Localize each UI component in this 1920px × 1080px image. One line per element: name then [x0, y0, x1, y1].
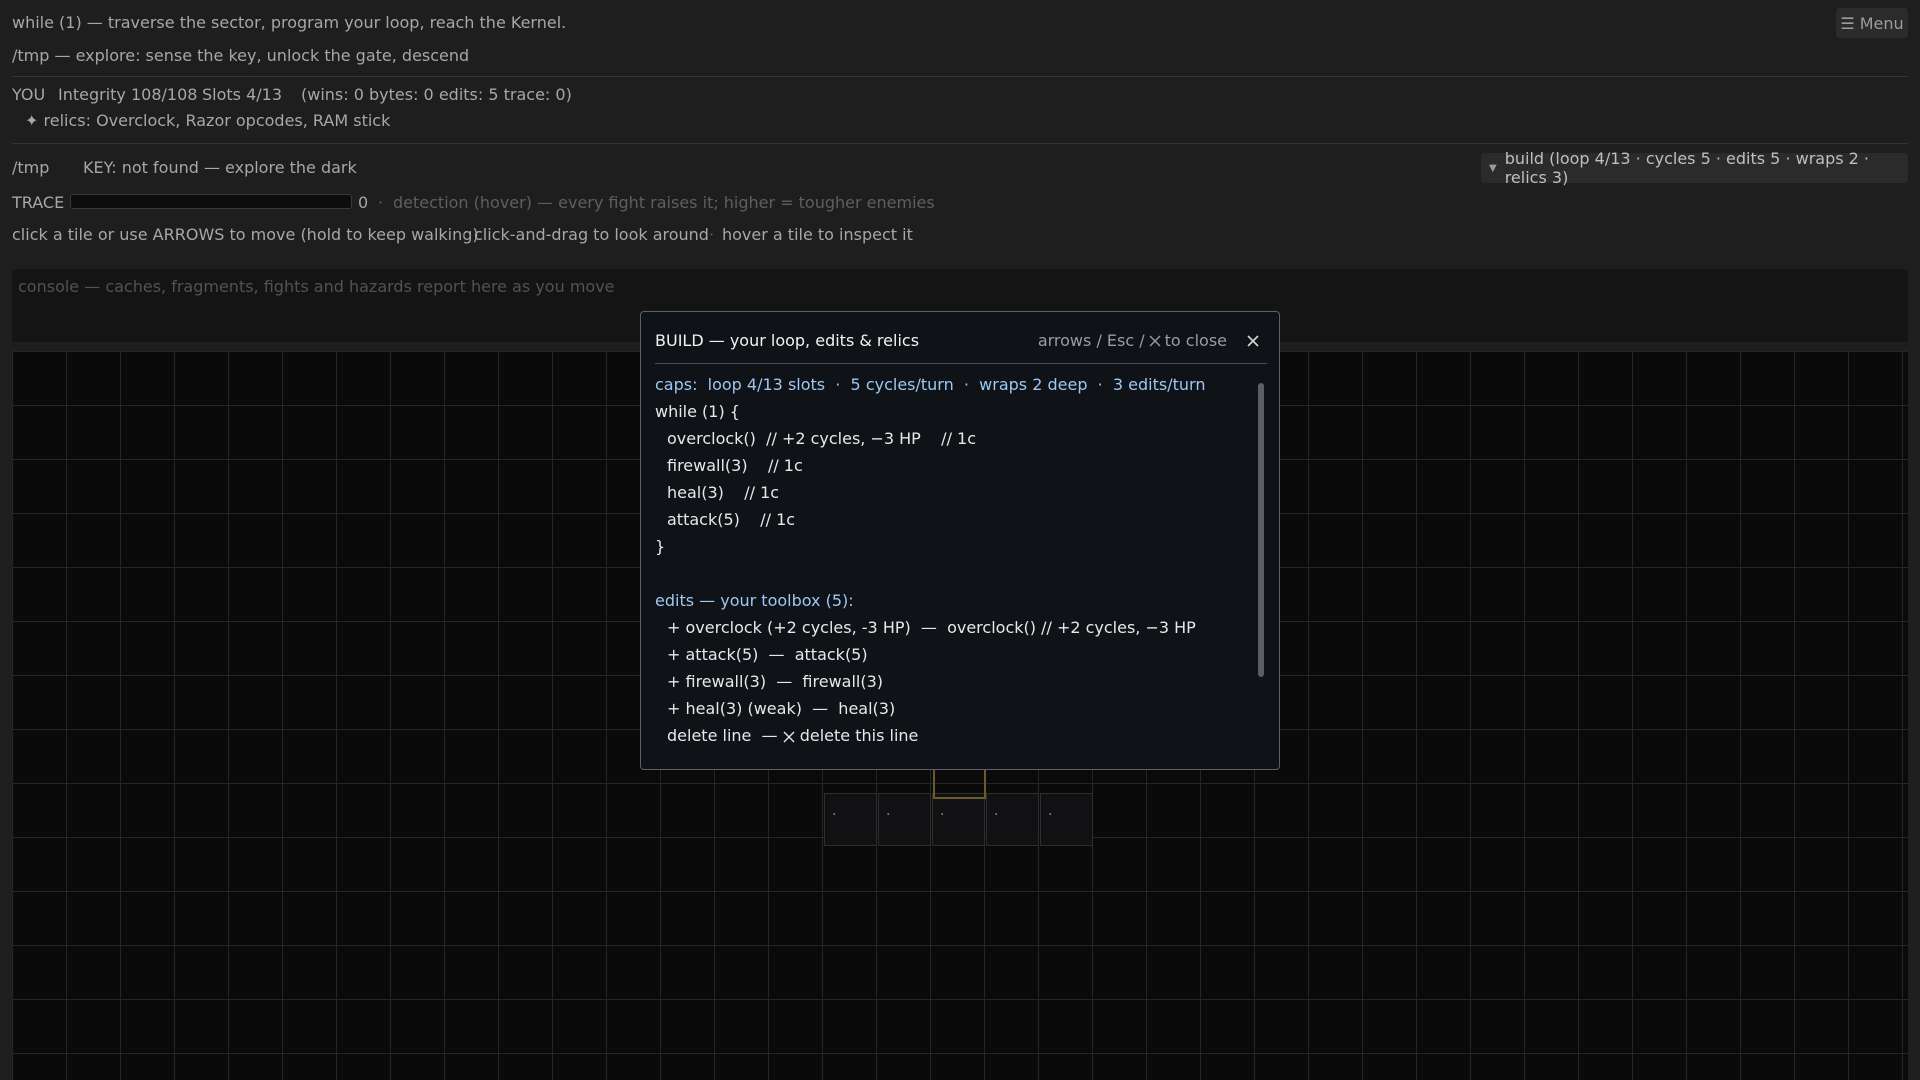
floor-dot: .	[940, 803, 945, 819]
separator: ·	[378, 193, 384, 212]
floor-dot: .	[886, 803, 891, 819]
edit-option-firewall[interactable]: + firewall(3) — firewall(3)	[655, 668, 1245, 695]
loop-line[interactable]: overclock() // +2 cycles, −3 HP // 1c	[655, 425, 1245, 452]
close-hint-suffix: to close	[1164, 331, 1227, 350]
map-tile[interactable]	[1040, 793, 1093, 846]
inspect-help: hover a tile to inspect it	[722, 225, 913, 244]
close-hint-prefix: arrows / Esc /	[1037, 331, 1145, 350]
loop-open: while (1) {	[655, 402, 740, 421]
loop-line[interactable]: heal(3) // 1c	[655, 479, 1245, 506]
menu-button[interactable]: ☰ Menu	[1836, 8, 1908, 38]
edits-header: edits — your toolbox (5):	[655, 591, 854, 610]
build-content: caps: loop 4/13 slots · 5 cycles/turn · …	[655, 371, 1245, 761]
edit-option-attack[interactable]: + attack(5) — attack(5)	[655, 641, 1245, 668]
key-status: KEY: not found — explore the dark	[83, 158, 357, 177]
integrity-stat: Integrity 108/108	[58, 85, 198, 104]
hamburger-icon: ☰	[1840, 13, 1855, 33]
divider	[655, 363, 1267, 364]
relics-line: ✦ relics: Overclock, Razor opcodes, RAM …	[25, 111, 390, 130]
slots-stat: Slots 4/13	[202, 85, 283, 104]
close-icon	[1247, 335, 1259, 347]
menu-button-label: Menu	[1859, 13, 1904, 33]
scrollbar[interactable]	[1258, 371, 1264, 760]
map-tile[interactable]	[932, 793, 985, 846]
console-placeholder: console — caches, fragments, fights and …	[18, 277, 615, 296]
counters-stat: (wins: 0 bytes: 0 edits: 5 trace: 0)	[301, 85, 572, 104]
sparkle-icon: ✦	[25, 111, 39, 130]
close-icon	[783, 731, 795, 742]
floor-dot: .	[832, 803, 837, 819]
scrollbar-thumb[interactable]	[1258, 383, 1264, 677]
player-tile[interactable]	[933, 769, 986, 799]
close-icon	[1149, 335, 1161, 346]
caps-line: caps: loop 4/13 slots · 5 cycles/turn · …	[655, 375, 1206, 394]
triangle-down-icon: ▼	[1489, 162, 1497, 174]
build-dialog-title: BUILD — your loop, edits & relics	[655, 331, 920, 350]
edit-option-heal[interactable]: + heal(3) (weak) — heal(3)	[655, 695, 1245, 722]
floor-dot: .	[994, 803, 999, 819]
close-button[interactable]	[1243, 331, 1263, 351]
look-help: click-and-drag to look around	[474, 225, 709, 244]
divider	[12, 76, 1908, 77]
trace-hint[interactable]: detection (hover) — every fight raises i…	[393, 193, 935, 212]
edit-option-overclock[interactable]: + overclock (+2 cycles, -3 HP) — overclo…	[655, 614, 1245, 641]
edit-option-delete-line[interactable]: delete line — delete this line	[655, 722, 1245, 749]
delete-line-prefix: delete line —	[667, 726, 778, 745]
build-dialog: BUILD — your loop, edits & relics arrows…	[640, 311, 1280, 770]
game-title-line: while (1) — traverse the sector, program…	[12, 13, 567, 32]
close-hint: arrows / Esc / to close	[1038, 331, 1227, 350]
divider	[12, 143, 1908, 144]
loop-line[interactable]: attack(5) // 1c	[655, 506, 1245, 533]
trace-meter	[70, 194, 352, 209]
build-toggle-label: build (loop 4/13 · cycles 5 · edits 5 · …	[1504, 149, 1870, 187]
move-help: click a tile or use ARROWS to move (hold…	[12, 225, 479, 244]
delete-line-suffix: delete this line	[799, 726, 919, 745]
player-label: YOU	[12, 85, 46, 104]
relics-text: relics: Overclock, Razor opcodes, RAM st…	[43, 111, 391, 130]
trace-label: TRACE	[12, 193, 65, 212]
map-tile[interactable]	[986, 793, 1039, 846]
separator: ·	[461, 225, 467, 244]
build-toggle-button[interactable]: ▼ build (loop 4/13 · cycles 5 · edits 5 …	[1481, 149, 1908, 187]
level-subtitle: /tmp — explore: sense the key, unlock th…	[12, 46, 470, 65]
location-path: /tmp	[12, 158, 50, 177]
loop-line[interactable]: firewall(3) // 1c	[655, 452, 1245, 479]
loop-close: }	[655, 537, 666, 556]
trace-value: 0	[358, 193, 369, 212]
floor-dot: .	[1048, 803, 1053, 819]
separator: ·	[709, 225, 715, 244]
map-tile[interactable]	[824, 793, 877, 846]
map-tile[interactable]	[878, 793, 931, 846]
